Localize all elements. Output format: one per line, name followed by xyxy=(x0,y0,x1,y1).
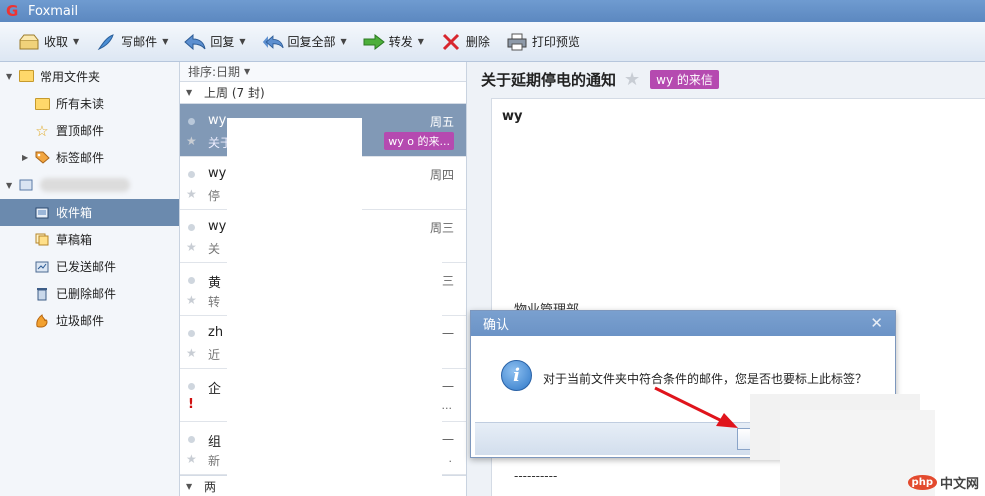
unread-dot-icon[interactable] xyxy=(188,171,195,178)
message-tag-badge[interactable]: wy 的来信 xyxy=(650,69,719,89)
dialog-message: 对于当前文件夹中符合条件的邮件，您是否也要标上此标签？ xyxy=(543,372,868,386)
inbox-tray-icon xyxy=(18,32,40,52)
expand-triangle-icon[interactable]: ▼ xyxy=(186,482,196,491)
important-flag-icon[interactable]: ! xyxy=(188,397,194,412)
unread-dot-icon[interactable] xyxy=(188,277,195,284)
unread-dot-icon[interactable] xyxy=(188,118,195,125)
account-group[interactable]: ▼ xyxy=(0,171,179,199)
expand-triangle-icon[interactable]: ▶ xyxy=(22,153,32,162)
sort-dropdown[interactable]: 排序:日期 ▼ xyxy=(180,62,466,82)
dialog-title-bar[interactable]: 确认 ✕ xyxy=(471,311,895,336)
star-icon[interactable]: ★ xyxy=(186,293,197,307)
sidebar-item-junk[interactable]: 垃圾邮件 xyxy=(0,307,179,334)
reply-button[interactable]: 回复 ▼ xyxy=(178,27,251,57)
star-icon[interactable]: ★ xyxy=(186,240,197,254)
sent-icon xyxy=(34,260,50,274)
window-title: Foxmail xyxy=(28,3,79,19)
sidebar-item-all-unread[interactable]: 所有未读 xyxy=(0,90,179,117)
delete-button[interactable]: 删除 xyxy=(434,27,496,57)
message-header: 关于延期停电的通知 ★ wy 的来信 xyxy=(467,62,985,96)
reply-all-button[interactable]: 回复全部 ▼ xyxy=(256,27,353,57)
star-icon[interactable]: ★ xyxy=(186,346,197,360)
reply-all-arrow-icon xyxy=(262,32,284,52)
common-folders-group[interactable]: ▼ 常用文件夹 xyxy=(0,62,179,90)
sidebar-item-tagged[interactable]: ▶ 标签邮件 xyxy=(0,144,179,171)
printer-icon xyxy=(506,32,528,52)
sidebar-item-deleted[interactable]: 已删除邮件 xyxy=(0,280,179,307)
foxmail-logo-icon: G xyxy=(6,2,19,20)
inbox-icon xyxy=(34,206,50,220)
unread-dot-icon[interactable] xyxy=(188,224,195,231)
chevron-down-icon[interactable]: ▼ xyxy=(73,37,79,46)
feather-pen-icon xyxy=(95,32,117,52)
folder-icon xyxy=(18,69,34,83)
sidebar-item-drafts[interactable]: 草稿箱 xyxy=(0,226,179,253)
close-icon[interactable]: ✕ xyxy=(870,314,883,332)
toolbar: 收取 ▼ 写邮件 ▼ 回复 ▼ 回复全部 ▼ 转发 ▼ 删除 打印预览 xyxy=(0,22,985,62)
chevron-down-icon[interactable]: ▼ xyxy=(418,37,424,46)
unread-dot-icon[interactable] xyxy=(188,436,195,443)
delete-x-icon xyxy=(440,32,462,52)
print-preview-button[interactable]: 打印预览 xyxy=(500,27,586,57)
chevron-down-icon[interactable]: ▼ xyxy=(244,67,250,76)
message-subject: 关于延期停电的通知 xyxy=(481,70,617,89)
sidebar-item-sent[interactable]: 已发送邮件 xyxy=(0,253,179,280)
unread-dot-icon[interactable] xyxy=(188,330,195,337)
forward-arrow-icon xyxy=(363,32,385,52)
star-icon[interactable]: ★ xyxy=(186,452,197,466)
folder-icon xyxy=(34,97,50,111)
info-icon: i xyxy=(501,360,532,391)
chevron-down-icon[interactable]: ▼ xyxy=(239,37,245,46)
drafts-icon xyxy=(34,233,50,247)
reply-arrow-icon xyxy=(184,32,206,52)
receive-button[interactable]: 收取 ▼ xyxy=(12,27,85,57)
dialog-title: 确认 xyxy=(483,318,510,333)
message-tag-badge: wy o 的来... xyxy=(384,132,454,150)
star-icon: ☆ xyxy=(35,121,49,140)
chevron-down-icon[interactable]: ▼ xyxy=(341,37,347,46)
junk-icon xyxy=(34,313,50,328)
redaction-block xyxy=(362,240,442,476)
account-icon xyxy=(18,178,34,192)
chevron-down-icon[interactable]: ▼ xyxy=(162,37,168,46)
watermark-logo: php 中文网 xyxy=(907,473,979,492)
message-divider: ---------- xyxy=(514,469,558,483)
redacted-account-name xyxy=(40,178,130,192)
expand-triangle-icon[interactable]: ▼ xyxy=(186,88,196,97)
forward-button[interactable]: 转发 ▼ xyxy=(357,27,430,57)
sidebar-item-pinned[interactable]: ☆ 置顶邮件 xyxy=(0,117,179,144)
star-icon[interactable]: ★ xyxy=(624,69,640,90)
unread-dot-icon[interactable] xyxy=(188,383,195,390)
folder-sidebar: ▼ 常用文件夹 所有未读 ☆ 置顶邮件 ▶ 标签邮件 ▼ 收件箱 草稿箱 已发送… xyxy=(0,62,180,496)
trash-icon xyxy=(34,287,50,301)
expand-triangle-icon[interactable]: ▼ xyxy=(6,181,16,190)
group-header-last-week[interactable]: ▼ 上周 (7 封) xyxy=(180,82,466,104)
sidebar-item-inbox[interactable]: 收件箱 xyxy=(0,199,179,226)
redaction-block xyxy=(227,118,362,496)
star-icon[interactable]: ★ xyxy=(186,187,197,201)
tag-icon xyxy=(34,151,50,165)
compose-button[interactable]: 写邮件 ▼ xyxy=(89,27,174,57)
star-icon[interactable]: ★ xyxy=(186,134,197,148)
expand-triangle-icon[interactable]: ▼ xyxy=(6,72,16,81)
message-sender: wy xyxy=(502,109,523,124)
title-bar: G Foxmail xyxy=(0,0,985,22)
